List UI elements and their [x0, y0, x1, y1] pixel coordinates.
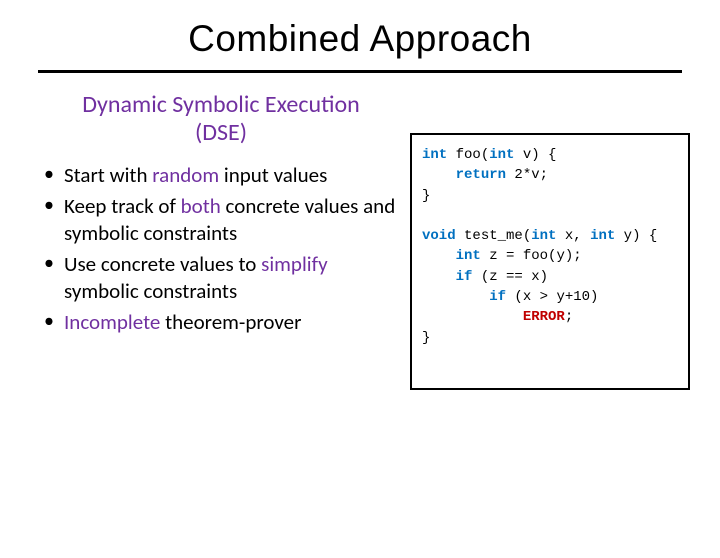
code-text: 2*v; — [506, 167, 548, 183]
code-kw: void — [422, 228, 456, 244]
subheading: Dynamic Symbolic Execution (DSE) — [36, 91, 406, 146]
code-kw: int — [489, 147, 514, 163]
bullet-list: Start with random input values Keep trac… — [36, 162, 406, 335]
code-kw: if — [456, 269, 473, 285]
code-kw: int — [456, 248, 481, 264]
bullet-text-pre: Use concrete values to — [64, 251, 261, 277]
code-text: y) { — [615, 228, 657, 244]
code-kw: if — [489, 289, 506, 305]
subheading-line1: Dynamic Symbolic Execution — [82, 90, 359, 119]
list-item: Keep track of both concrete values and s… — [42, 193, 406, 247]
bullet-text-post: input values — [219, 162, 327, 188]
bullet-text-accent: random — [152, 162, 219, 188]
list-item: Use concrete values to simplify symbolic… — [42, 251, 406, 305]
bullet-text-pre: Start with — [64, 162, 152, 188]
code-text: (x > y+10) — [506, 289, 598, 305]
bullet-text-post: symbolic constraints — [64, 278, 237, 304]
bullet-text-accent: both — [181, 193, 221, 219]
left-column: Dynamic Symbolic Execution (DSE) Start w… — [36, 91, 410, 390]
bullet-text-accent: simplify — [261, 251, 328, 277]
code-text: ; — [565, 309, 573, 325]
code-text: } — [422, 330, 430, 346]
code-box: int foo(int v) { return 2*v; } void test… — [410, 133, 690, 390]
code-kw: return — [456, 167, 506, 183]
code-text: z = foo(y); — [481, 248, 582, 264]
right-column: int foo(int v) { return 2*v; } void test… — [410, 91, 690, 390]
subheading-line2: (DSE) — [195, 118, 247, 147]
code-kw: int — [531, 228, 556, 244]
bullet-text-post: theorem-prover — [160, 309, 301, 335]
code-text: (z == x) — [472, 269, 548, 285]
bullet-text-accent: Incomplete — [64, 309, 160, 335]
content-area: Dynamic Symbolic Execution (DSE) Start w… — [0, 73, 720, 390]
code-kw: int — [590, 228, 615, 244]
list-item: Start with random input values — [42, 162, 406, 189]
code-text: x, — [556, 228, 590, 244]
list-item: Incomplete theorem-prover — [42, 309, 406, 336]
code-text: test_me( — [456, 228, 532, 244]
code-text: } — [422, 188, 430, 204]
bullet-text-pre: Keep track of — [64, 193, 181, 219]
code-error: ERROR — [523, 309, 565, 325]
slide-title: Combined Approach — [0, 18, 720, 60]
code-text: foo( — [447, 147, 489, 163]
code-kw: int — [422, 147, 447, 163]
code-text: v) { — [514, 147, 556, 163]
